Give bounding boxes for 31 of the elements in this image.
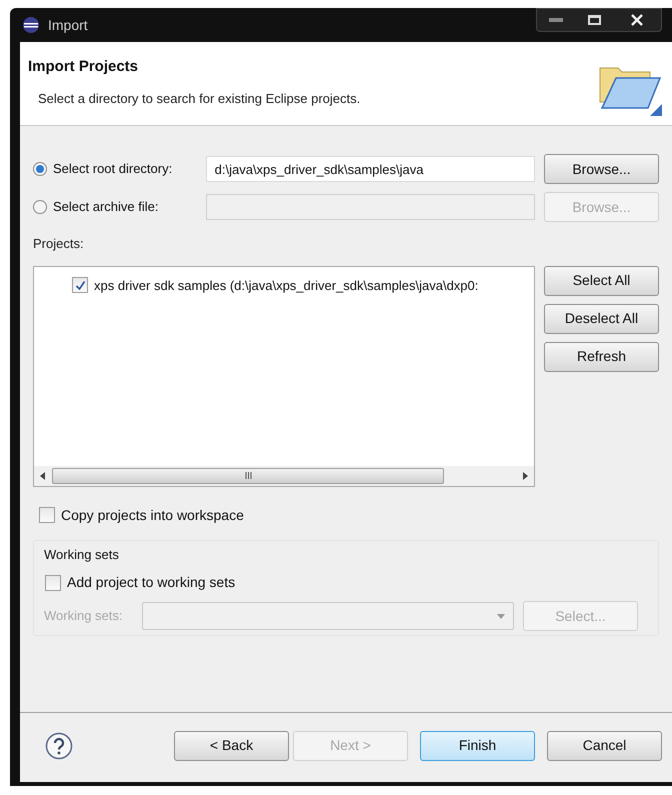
close-icon [631, 14, 643, 26]
checkbox[interactable] [45, 574, 61, 590]
app-icon [22, 16, 40, 34]
working-sets-label: Working sets: [44, 607, 124, 626]
dropdown-arrow-icon [497, 614, 505, 618]
add-option-label: Add project to working sets [67, 573, 236, 592]
radio-button[interactable] [33, 162, 47, 176]
group-title: Working sets [44, 546, 120, 564]
horizontal-scrollbar[interactable] [34, 466, 534, 486]
copy-option-label: Copy projects into workspace [61, 506, 244, 525]
dialog-button[interactable]: Cancel [547, 730, 662, 760]
project-item[interactable]: xps driver sdk samples (d:\java\xps_driver_sdk\samples\java\dxp0: [94, 276, 478, 295]
dialog-button[interactable]: Browse... [544, 154, 659, 184]
grip-icon [244, 472, 252, 479]
page-title: Import Projects [28, 57, 140, 77]
right-arrow-icon[interactable] [522, 472, 528, 480]
dialog-button[interactable]: Refresh [544, 342, 659, 372]
checkbox[interactable] [72, 277, 88, 294]
page-description: Select a directory to search for existing Eclipse projects. [37, 90, 360, 108]
projects-label: Projects: [33, 235, 85, 253]
dialog-button[interactable]: Finish [420, 730, 535, 760]
window-title: Import [48, 16, 88, 35]
option-label: Select root directory: [53, 160, 172, 178]
option-label: Select archive file: [53, 198, 158, 216]
dialog-button[interactable]: < Back [174, 730, 289, 760]
dialog-button[interactable]: Deselect All [544, 304, 659, 334]
checkbox[interactable] [39, 507, 55, 523]
dialog-button[interactable]: Select All [544, 266, 659, 296]
help-icon[interactable] [45, 732, 73, 760]
left-arrow-icon[interactable] [40, 472, 46, 480]
path-field[interactable]: d:\java\xps_driver_sdk\samples\java [206, 156, 535, 182]
